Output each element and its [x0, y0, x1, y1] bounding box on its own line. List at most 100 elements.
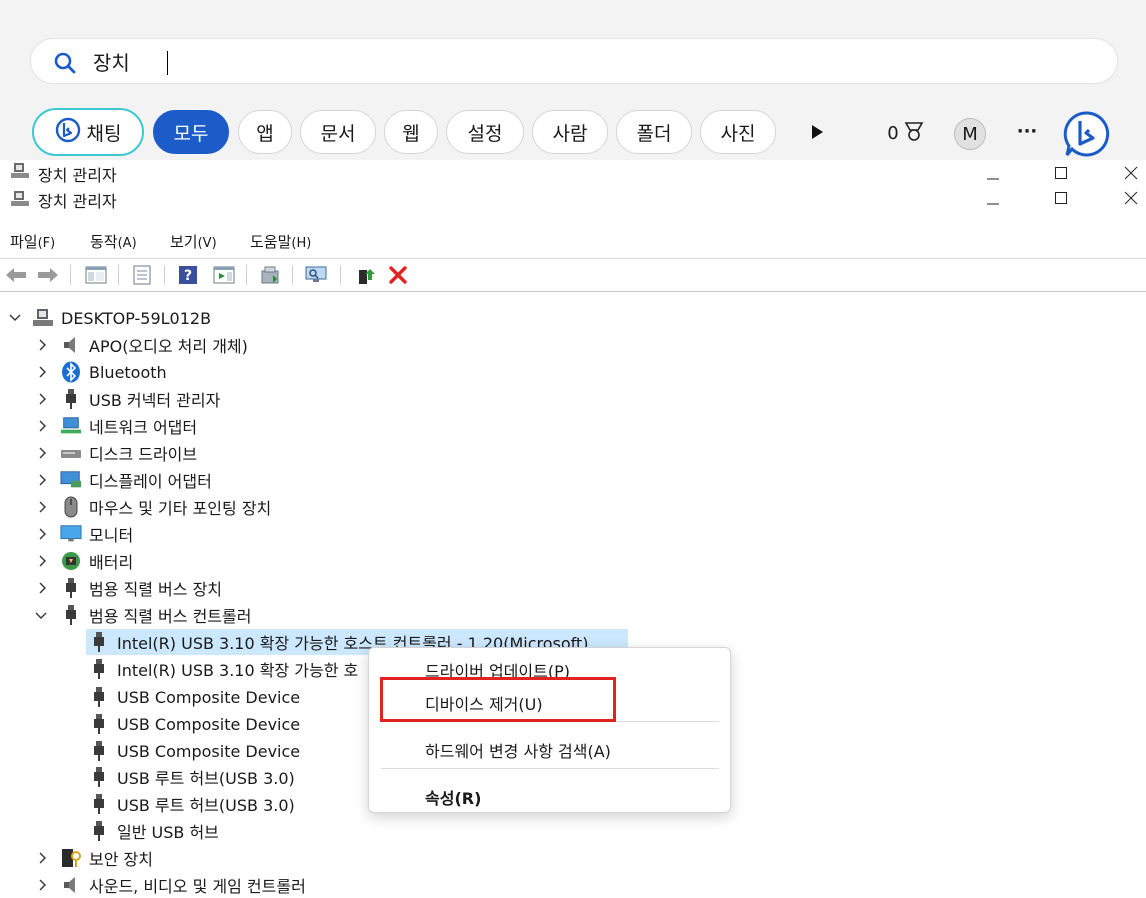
- tree-item-usb-devices[interactable]: 범용 직렬 버스 장치: [60, 575, 222, 601]
- chip-folders-label: 폴더: [636, 122, 672, 145]
- search-input[interactable]: [93, 47, 993, 75]
- help-icon[interactable]: ?: [176, 264, 200, 286]
- ghost-minimize-icon: [978, 160, 1008, 184]
- tree-item-usb-connector[interactable]: USB 커넥터 관리자: [60, 386, 220, 412]
- back-arrow-icon[interactable]: [4, 264, 28, 286]
- annotation-highlight-box: [380, 677, 616, 722]
- tree-child-intel-host-2[interactable]: Intel(R) USB 3.10 확장 가능한 호: [88, 656, 358, 682]
- tree-item-label: 보안 장치: [89, 850, 153, 869]
- display-adapter-icon: [60, 469, 82, 491]
- tree-item-disk[interactable]: 디스크 드라이브: [60, 440, 197, 466]
- usb-plug-icon: [60, 388, 82, 410]
- chip-web[interactable]: 웹: [384, 110, 438, 154]
- chat-chip[interactable]: 채팅: [32, 108, 144, 156]
- usb-plug-icon: [88, 631, 110, 653]
- show-hide-console-tree-icon[interactable]: [84, 264, 108, 286]
- chip-all-label: 모두: [173, 122, 209, 145]
- search-box[interactable]: [30, 38, 1118, 84]
- chip-documents[interactable]: 문서: [300, 110, 376, 154]
- tree-item-display-adapter[interactable]: 디스플레이 어댑터: [60, 467, 212, 493]
- chevron-right-icon[interactable]: [36, 338, 50, 352]
- bing-icon[interactable]: [1062, 110, 1110, 158]
- tree-child-label: 일반 USB 허브: [117, 823, 219, 842]
- enable-device-icon[interactable]: [354, 264, 378, 286]
- close-button[interactable]: [1116, 186, 1146, 212]
- tree-item-sound[interactable]: 사운드, 비디오 및 게임 컨트롤러: [60, 872, 306, 898]
- more-options-button[interactable]: ···: [1012, 118, 1042, 144]
- context-menu: 드라이버 업데이트(P) 디바이스 제거(U) 하드웨어 변경 사항 검색(A)…: [368, 647, 731, 813]
- more-filters-play-icon[interactable]: [806, 120, 828, 144]
- toolbar: ?: [0, 258, 1146, 292]
- chevron-right-icon[interactable]: [36, 500, 50, 514]
- tree-item-battery[interactable]: 배터리: [60, 548, 133, 574]
- chip-all[interactable]: 모두: [153, 110, 229, 154]
- battery-icon: [60, 550, 82, 572]
- tree-item-label: USB 커넥터 관리자: [89, 391, 221, 410]
- tree-child-composite-2[interactable]: USB Composite Device: [88, 711, 300, 737]
- context-properties-label: 속성(R): [425, 789, 482, 808]
- rewards-points[interactable]: 0: [880, 120, 932, 146]
- tree-child-composite-3[interactable]: USB Composite Device: [88, 738, 300, 764]
- maximize-button[interactable]: [1046, 186, 1076, 212]
- minimize-button[interactable]: [978, 186, 1008, 212]
- security-device-icon: [60, 847, 82, 869]
- context-properties[interactable]: 속성(R): [425, 785, 481, 809]
- tree-item-monitor[interactable]: 모니터: [60, 521, 133, 547]
- chevron-right-icon[interactable]: [36, 581, 50, 595]
- close-icon: [1124, 190, 1138, 209]
- chip-settings-label: 설정: [467, 122, 503, 145]
- tree-item-mouse[interactable]: 마우스 및 기타 포인팅 장치: [60, 494, 271, 520]
- tree-child-root-hub-1[interactable]: USB 루트 허브(USB 3.0): [88, 764, 295, 790]
- scan-hardware-icon[interactable]: [304, 264, 328, 286]
- action-pane-icon[interactable]: [212, 264, 236, 286]
- ghost-close-icon: [1116, 160, 1146, 184]
- toolbar-separator: [246, 265, 247, 285]
- update-driver-icon[interactable]: [258, 264, 282, 286]
- chevron-right-icon[interactable]: [36, 527, 50, 541]
- menu-view[interactable]: 보기(V): [170, 231, 217, 252]
- menu-file[interactable]: 파일(F): [10, 231, 55, 252]
- chip-people[interactable]: 사람: [532, 110, 608, 154]
- tree-child-composite-1[interactable]: USB Composite Device: [88, 684, 300, 710]
- chevron-down-icon[interactable]: [34, 609, 48, 623]
- usb-plug-icon: [88, 658, 110, 680]
- tree-item-bluetooth[interactable]: Bluetooth: [60, 359, 167, 385]
- device-manager-icon: [10, 162, 30, 184]
- menu-file-accel: (F): [37, 236, 56, 251]
- chevron-right-icon[interactable]: [36, 878, 50, 892]
- tree-item-apo[interactable]: APO(오디오 처리 개체): [60, 332, 248, 358]
- forward-arrow-icon[interactable]: [36, 264, 60, 286]
- menu-help[interactable]: 도움말(H): [250, 231, 311, 252]
- context-scan-hardware[interactable]: 하드웨어 변경 사항 검색(A): [425, 738, 611, 762]
- chip-settings[interactable]: 설정: [446, 110, 524, 154]
- tree-item-security[interactable]: 보안 장치: [60, 845, 153, 871]
- chevron-right-icon[interactable]: [36, 554, 50, 568]
- chip-photos[interactable]: 사진: [700, 110, 776, 154]
- chip-people-label: 사람: [552, 122, 588, 145]
- tree-child-root-hub-2[interactable]: USB 루트 허브(USB 3.0): [88, 791, 295, 817]
- tree-child-generic-hub[interactable]: 일반 USB 허브: [88, 818, 219, 844]
- avatar[interactable]: M: [954, 118, 986, 150]
- chevron-right-icon[interactable]: [36, 446, 50, 460]
- tree-item-label: 모니터: [89, 526, 134, 545]
- tree-item-network[interactable]: 네트워크 어댑터: [60, 413, 197, 439]
- tree-root[interactable]: DESKTOP-59L012B: [32, 305, 211, 331]
- chevron-right-icon[interactable]: [36, 851, 50, 865]
- chevron-right-icon[interactable]: [36, 473, 50, 487]
- chevron-down-icon[interactable]: [8, 311, 22, 325]
- chip-folders[interactable]: 폴더: [616, 110, 692, 154]
- menu-action-accel: (A): [117, 236, 137, 251]
- maximize-icon: [1054, 190, 1068, 209]
- ghost-window-title: 장치 관리자: [38, 166, 117, 184]
- uninstall-device-icon[interactable]: [386, 264, 410, 286]
- chevron-right-icon[interactable]: [36, 419, 50, 433]
- chip-apps[interactable]: 앱: [238, 110, 292, 154]
- menu-action[interactable]: 동작(A): [90, 231, 137, 252]
- usb-plug-icon: [60, 577, 82, 599]
- tree-child-label: USB Composite Device: [117, 687, 301, 707]
- tree-item-usb-controllers[interactable]: 범용 직렬 버스 컨트롤러: [60, 602, 251, 628]
- properties-sheet-icon[interactable]: [130, 264, 154, 286]
- chevron-right-icon[interactable]: [36, 365, 50, 379]
- tree-item-label: 배터리: [89, 553, 134, 572]
- chevron-right-icon[interactable]: [36, 392, 50, 406]
